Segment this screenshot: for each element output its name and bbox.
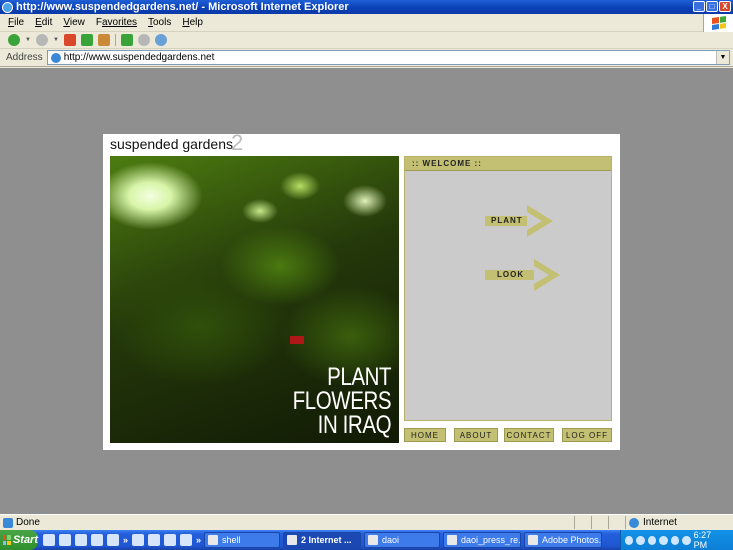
ie-icon xyxy=(287,535,298,545)
task-daoi-press[interactable]: daoi_press_re... xyxy=(443,532,522,548)
menu-view[interactable]: View xyxy=(63,17,85,28)
quicklaunch-chevron[interactable]: » xyxy=(196,535,201,545)
address-bar: Address http://www.suspendedgardens.net … xyxy=(0,49,733,67)
start-label: Start xyxy=(12,534,38,546)
folder-quicklaunch-icon[interactable] xyxy=(148,534,161,546)
slogan-line-1: PLANT xyxy=(326,363,391,391)
status-text: Done xyxy=(16,517,40,528)
cmd-quicklaunch-icon[interactable] xyxy=(180,534,193,546)
globe-icon xyxy=(629,517,639,528)
status-bar: Done Internet xyxy=(0,514,733,530)
nav-about-button[interactable]: ABOUT xyxy=(454,428,498,442)
menu-help[interactable]: Help xyxy=(182,17,203,28)
security-zone: Internet xyxy=(625,516,733,529)
protest-photo: PLANT FLOWERS IN IRAQ xyxy=(110,156,399,443)
site-title-number: 2 xyxy=(231,130,244,155)
tray-icon[interactable] xyxy=(625,535,634,545)
photo-slogan: PLANT FLOWERS IN IRAQ xyxy=(292,363,392,439)
menu-favorites[interactable]: Favorites xyxy=(96,17,137,28)
search-icon[interactable] xyxy=(154,34,167,46)
slogan-line-2: FLOWERS xyxy=(292,387,391,415)
app-quicklaunch-icon[interactable] xyxy=(91,534,103,546)
home-icon[interactable] xyxy=(97,34,110,46)
document-icon xyxy=(447,535,458,545)
nav-home-button[interactable]: HOME xyxy=(404,428,446,442)
page-viewport: suspended gardens 2 PLANT FLOWERS IN IRA… xyxy=(0,68,733,514)
status-cell xyxy=(574,516,591,529)
stop-icon[interactable] xyxy=(63,34,76,46)
refresh-icon[interactable] xyxy=(80,34,93,46)
page-icon xyxy=(50,52,61,63)
slogan-line-3: IN IRAQ xyxy=(317,411,392,439)
task-internet-explorer[interactable]: 2 Internet ... xyxy=(283,532,362,548)
page-done-icon xyxy=(3,517,13,528)
menu-bar: File Edit View Favorites Tools Help xyxy=(0,14,733,32)
site-title: suspended gardens xyxy=(110,136,233,152)
quick-launch: » » xyxy=(43,534,201,546)
window-titlebar: http://www.suspendedgardens.net/ - Micro… xyxy=(0,0,733,14)
look-label: LOOK xyxy=(485,270,539,280)
mail-quicklaunch-icon[interactable] xyxy=(59,534,71,546)
toolbar-separator xyxy=(114,34,116,46)
back-icon[interactable] xyxy=(8,34,20,46)
windows-logo-icon xyxy=(703,14,733,32)
ie-quicklaunch-icon[interactable] xyxy=(43,534,55,546)
window-controls: _ □ X xyxy=(693,1,731,12)
arrow-right-icon xyxy=(526,205,553,237)
photoshop-icon xyxy=(528,535,539,545)
windows-taskbar: Start » » shell 2 Internet ... daoi daoi… xyxy=(0,530,733,550)
forward-dropdown-icon[interactable]: ▼ xyxy=(53,37,59,43)
tray-icon[interactable] xyxy=(636,535,645,545)
address-label: Address xyxy=(6,52,43,63)
tray-icon[interactable] xyxy=(682,535,691,545)
plant-label: PLANT xyxy=(485,216,531,226)
app-quicklaunch-icon[interactable] xyxy=(107,534,119,546)
task-photoshop[interactable]: Adobe Photos... xyxy=(524,532,603,548)
app-quicklaunch-icon[interactable] xyxy=(75,534,87,546)
welcome-panel: :: WELCOME :: PLANT LOOK xyxy=(404,156,612,421)
site-container: suspended gardens 2 PLANT FLOWERS IN IRA… xyxy=(103,130,620,450)
arrow-right-icon xyxy=(534,259,561,291)
status-cell xyxy=(591,516,608,529)
zone-label: Internet xyxy=(643,517,677,528)
look-button[interactable]: LOOK xyxy=(485,259,561,291)
cmd-icon xyxy=(208,535,219,545)
windows-flag-icon xyxy=(3,535,11,545)
ie-icon xyxy=(2,1,13,13)
forward-icon[interactable] xyxy=(35,34,48,46)
window-title: http://www.suspendedgardens.net/ - Micro… xyxy=(16,1,349,13)
clock[interactable]: 6:27 PM xyxy=(694,530,725,550)
ie-quicklaunch-icon[interactable] xyxy=(132,534,145,546)
history-icon[interactable] xyxy=(120,34,133,46)
folder-icon xyxy=(368,535,379,545)
nav-logoff-button[interactable]: LOG OFF xyxy=(562,428,612,442)
minimize-button[interactable]: _ xyxy=(693,1,705,12)
nav-contact-button[interactable]: CONTACT xyxy=(504,428,554,442)
address-field[interactable]: http://www.suspendedgardens.net ▼ xyxy=(46,50,730,65)
close-button[interactable]: X xyxy=(719,1,731,12)
tray-icon[interactable] xyxy=(647,535,657,545)
navigation-toolbar: ▼ ▼ xyxy=(0,32,733,49)
print-icon[interactable] xyxy=(137,34,150,46)
quicklaunch-chevron[interactable]: » xyxy=(123,535,128,545)
photo-detail xyxy=(290,336,304,344)
status-cell xyxy=(608,516,625,529)
menu-file[interactable]: File xyxy=(8,17,24,28)
menu-tools[interactable]: Tools xyxy=(148,17,171,28)
task-daoi[interactable]: daoi xyxy=(364,532,441,548)
system-tray: 6:27 PM xyxy=(620,530,733,550)
address-dropdown-icon[interactable]: ▼ xyxy=(716,51,729,64)
tray-icon[interactable] xyxy=(670,535,680,545)
menu-edit[interactable]: Edit xyxy=(35,17,52,28)
start-button[interactable]: Start xyxy=(0,530,38,550)
maximize-button[interactable]: □ xyxy=(706,1,718,12)
address-url[interactable]: http://www.suspendedgardens.net xyxy=(64,52,716,63)
task-shell[interactable]: shell xyxy=(204,532,281,548)
volume-icon[interactable] xyxy=(659,535,668,545)
app-quicklaunch-icon[interactable] xyxy=(164,534,177,546)
plant-button[interactable]: PLANT xyxy=(485,205,553,237)
back-dropdown-icon[interactable]: ▼ xyxy=(25,37,31,43)
panel-header: :: WELCOME :: xyxy=(405,157,611,171)
